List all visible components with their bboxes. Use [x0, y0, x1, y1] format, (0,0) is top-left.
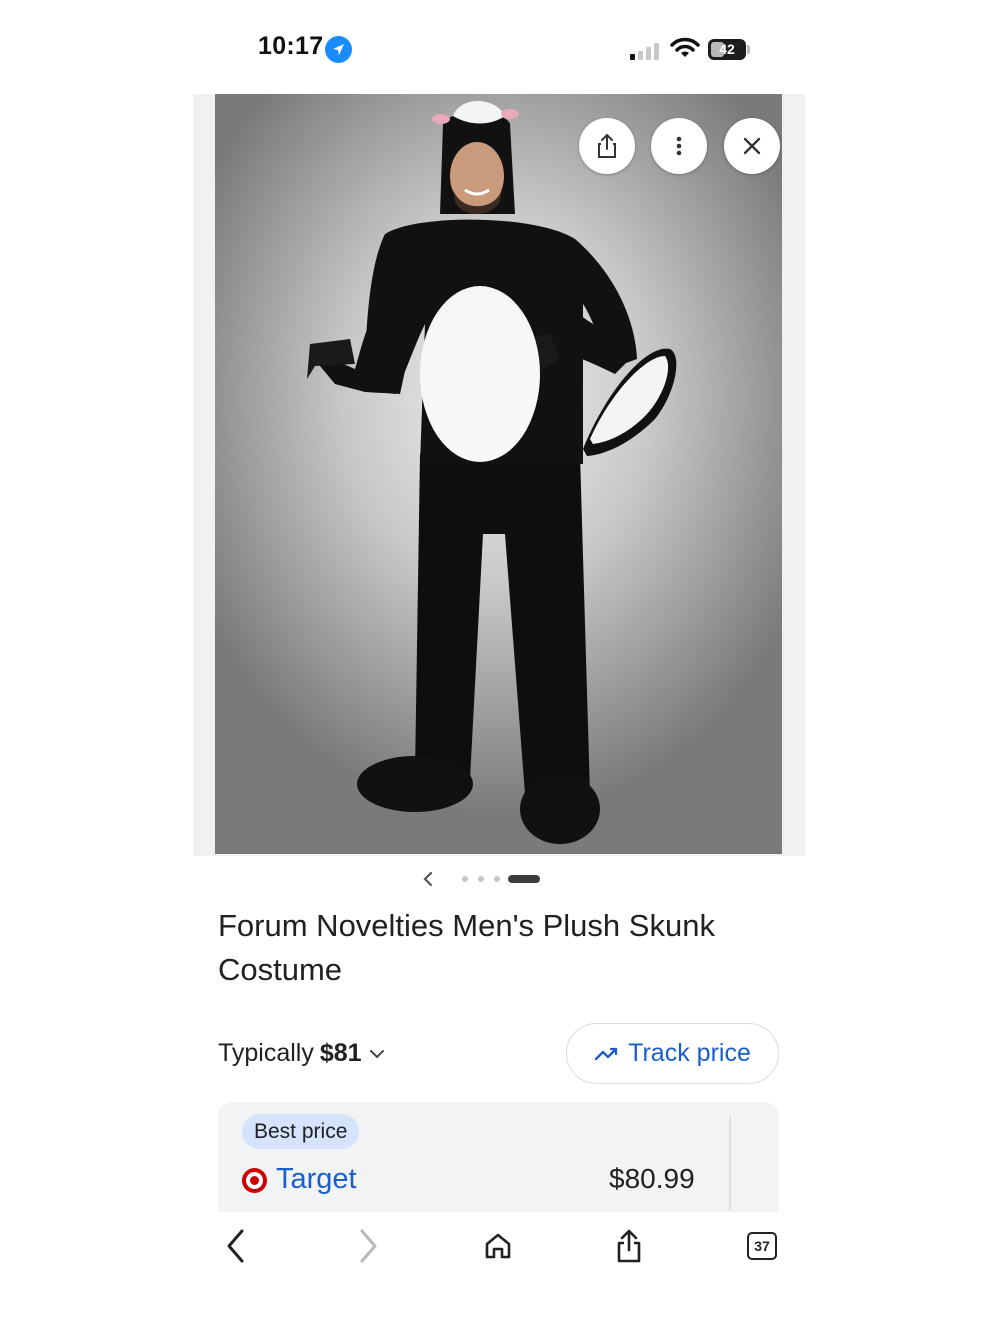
carousel-dot[interactable]	[478, 876, 484, 882]
forward-icon	[360, 1229, 377, 1263]
status-time: 10:17	[258, 32, 324, 60]
skunk-costume-illustration	[307, 101, 677, 844]
share-button[interactable]	[579, 118, 635, 174]
close-button[interactable]	[724, 118, 780, 174]
share-page-button[interactable]	[607, 1224, 651, 1268]
tabs-count: 37	[747, 1232, 777, 1260]
typical-price: $81	[319, 1039, 362, 1067]
merchant-link[interactable]: Target	[276, 1163, 357, 1196]
battery-level: 42	[719, 41, 735, 57]
battery-nub	[747, 45, 750, 54]
forward-button[interactable]	[346, 1224, 390, 1268]
share-icon	[617, 1229, 641, 1263]
carousel-dot[interactable]	[494, 876, 500, 882]
product-title: Forum Novelties Men's Plush Skunk Costum…	[218, 908, 715, 987]
home-icon	[485, 1233, 511, 1259]
carousel-dot-active[interactable]	[508, 875, 540, 883]
typical-price-toggle[interactable]: Typically $81	[218, 1039, 386, 1068]
home-button[interactable]	[476, 1224, 520, 1268]
track-price-label: Track price	[628, 1039, 751, 1067]
wifi-icon	[670, 36, 700, 65]
chevron-down-icon	[369, 1049, 384, 1058]
cellular-signal-icon	[630, 42, 664, 60]
offer-price: $80.99	[609, 1163, 695, 1194]
back-icon	[227, 1229, 244, 1263]
tabs-button[interactable]: 37	[740, 1224, 784, 1268]
product-image[interactable]	[215, 94, 782, 854]
carousel-dot[interactable]	[462, 876, 468, 882]
more-options-button[interactable]	[651, 118, 707, 174]
typically-label: Typically	[218, 1039, 314, 1067]
battery-indicator: 42	[708, 39, 746, 60]
share-icon	[598, 133, 616, 158]
close-icon	[743, 137, 761, 155]
more-vertical-icon	[676, 136, 682, 156]
back-button[interactable]	[214, 1224, 258, 1268]
track-price-button[interactable]: Track price	[566, 1023, 779, 1084]
trending-icon	[594, 1047, 618, 1060]
target-logo-icon	[242, 1168, 267, 1193]
card-divider	[729, 1116, 731, 1210]
location-arrow-icon	[325, 36, 352, 63]
best-price-badge: Best price	[242, 1114, 360, 1149]
carousel-prev-button[interactable]	[419, 868, 437, 890]
chevron-left-icon	[423, 871, 433, 887]
